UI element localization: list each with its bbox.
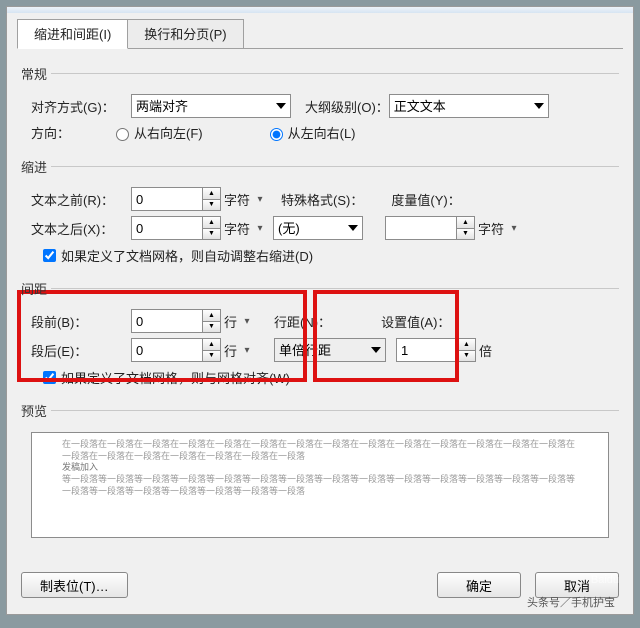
spin-down-icon[interactable]: ▼: [203, 321, 221, 334]
measure-input[interactable]: [385, 216, 457, 240]
indent-after-unit[interactable]: 字符▾: [221, 217, 271, 240]
radio-label: 从左向右(L): [288, 123, 356, 142]
special-select[interactable]: (无): [273, 216, 363, 240]
indent-after-input[interactable]: [131, 216, 203, 240]
chevron-down-icon: ▾: [239, 345, 255, 356]
spin-up-icon[interactable]: ▲: [203, 338, 221, 350]
spin-down-icon[interactable]: ▼: [203, 350, 221, 363]
spin-down-icon[interactable]: ▼: [457, 228, 475, 241]
watermark-author: 头条号／手机护宝: [527, 594, 615, 610]
watermark-brand: Baidu: [591, 574, 619, 586]
ok-button[interactable]: 确定: [437, 572, 521, 598]
spin-up-icon[interactable]: ▲: [203, 187, 221, 199]
preview-text-before: 在一段落在一段落在一段落在一段落在一段落在一段落在一段落在一段落在一段落在一段落…: [62, 439, 578, 462]
indent-before-input[interactable]: [131, 187, 203, 211]
group-legend: 预览: [21, 401, 51, 420]
chevron-down-icon: ▾: [252, 194, 268, 205]
space-after-spinner[interactable]: ▲▼: [131, 338, 221, 362]
tab-label: 换行和分页(P): [144, 27, 226, 42]
alignment-label: 对齐方式(G)：: [31, 97, 131, 116]
group-general: 常规 对齐方式(G)： 两端对齐 大纲级别(O)： 正文文本 方向： 从右向左(…: [21, 64, 619, 151]
chevron-down-icon: ▾: [239, 316, 255, 327]
group-legend: 间距: [21, 279, 51, 298]
paragraph-dialog: 缩进和间距(I) 换行和分页(P) 常规 对齐方式(G)： 两端对齐 大纲级别(…: [6, 6, 634, 615]
indent-after-spinner[interactable]: ▲▼: [131, 216, 221, 240]
outline-level-label: 大纲级别(O)：: [305, 97, 389, 116]
space-before-unit[interactable]: 行▾: [221, 310, 258, 333]
set-value-label: 设置值(A)：: [381, 312, 450, 331]
space-after-unit[interactable]: 行▾: [221, 339, 258, 362]
space-before-input[interactable]: [131, 309, 203, 333]
set-value-input[interactable]: [396, 338, 458, 362]
spin-down-icon[interactable]: ▼: [203, 228, 221, 241]
spin-up-icon[interactable]: ▲: [203, 216, 221, 228]
tab-indent-spacing[interactable]: 缩进和间距(I): [17, 19, 128, 49]
alignment-select[interactable]: 两端对齐: [131, 94, 291, 118]
space-before-spinner[interactable]: ▲▼: [131, 309, 221, 333]
chevron-down-icon: ▾: [506, 223, 522, 234]
direction-label: 方向：: [31, 123, 111, 142]
direction-ltr-radio[interactable]: 从左向右(L): [265, 123, 356, 142]
measure-label: 度量值(Y)：: [391, 190, 460, 209]
space-after-input[interactable]: [131, 338, 203, 362]
spin-down-icon[interactable]: ▼: [203, 199, 221, 212]
snap-to-grid-checkbox[interactable]: 如果定义了文档网格，则与网格对齐(W): [39, 368, 290, 387]
spin-down-icon[interactable]: ▼: [458, 350, 476, 363]
spin-up-icon[interactable]: ▲: [457, 216, 475, 228]
set-value-spinner[interactable]: ▲▼: [396, 338, 476, 362]
outline-level-select[interactable]: 正文文本: [389, 94, 549, 118]
group-indent: 缩进 文本之前(R)： ▲▼ 字符▾ 特殊格式(S)： 度量值(Y)： 文本之后…: [21, 157, 619, 273]
group-legend: 缩进: [21, 157, 51, 176]
group-spacing: 间距 段前(B)： ▲▼ 行▾ 行距(N)： 设置值(A)： 段后(E)： ▲▼: [21, 279, 619, 395]
preview-sample-text: 发稿加入: [62, 462, 578, 474]
measure-unit[interactable]: 字符▾: [475, 217, 525, 240]
indent-before-unit[interactable]: 字符▾: [221, 188, 271, 211]
tabs-button[interactable]: 制表位(T)…: [21, 572, 128, 598]
spin-up-icon[interactable]: ▲: [458, 338, 476, 350]
checkbox-label: 如果定义了文档网格，则自动调整右缩进(D): [61, 246, 313, 265]
preview-text-after: 等一段落等一段落等一段落等一段落等一段落等一段落等一段落等一段落等一段落等一段落…: [62, 474, 578, 497]
line-spacing-select[interactable]: 单倍行距: [274, 338, 386, 362]
tab-label: 缩进和间距(I): [34, 27, 111, 42]
indent-before-label: 文本之前(R)：: [31, 190, 131, 209]
indent-before-spinner[interactable]: ▲▼: [131, 187, 221, 211]
checkbox-label: 如果定义了文档网格，则与网格对齐(W): [61, 368, 290, 387]
tab-line-page[interactable]: 换行和分页(P): [127, 19, 243, 49]
auto-adjust-right-indent-checkbox[interactable]: 如果定义了文档网格，则自动调整右缩进(D): [39, 246, 313, 265]
spin-up-icon[interactable]: ▲: [203, 309, 221, 321]
tab-strip: 缩进和间距(I) 换行和分页(P): [7, 13, 633, 49]
preview-area: 在一段落在一段落在一段落在一段落在一段落在一段落在一段落在一段落在一段落在一段落…: [31, 432, 609, 538]
space-before-label: 段前(B)：: [31, 312, 131, 331]
direction-rtl-radio[interactable]: 从右向左(F): [111, 123, 203, 142]
group-legend: 常规: [21, 64, 51, 83]
line-spacing-label: 行距(N)：: [274, 312, 331, 331]
set-value-unit: 倍: [479, 341, 492, 360]
special-label: 特殊格式(S)：: [281, 190, 363, 209]
chevron-down-icon: ▾: [252, 223, 268, 234]
group-preview: 预览 在一段落在一段落在一段落在一段落在一段落在一段落在一段落在一段落在一段落在…: [21, 401, 619, 544]
dialog-footer: 制表位(T)… 确定 取消 Baidu 头条号／手机护宝: [7, 562, 633, 614]
radio-label: 从右向左(F): [134, 123, 203, 142]
space-after-label: 段后(E)：: [31, 341, 131, 360]
indent-after-label: 文本之后(X)：: [31, 219, 131, 238]
measure-spinner[interactable]: ▲▼: [385, 216, 475, 240]
